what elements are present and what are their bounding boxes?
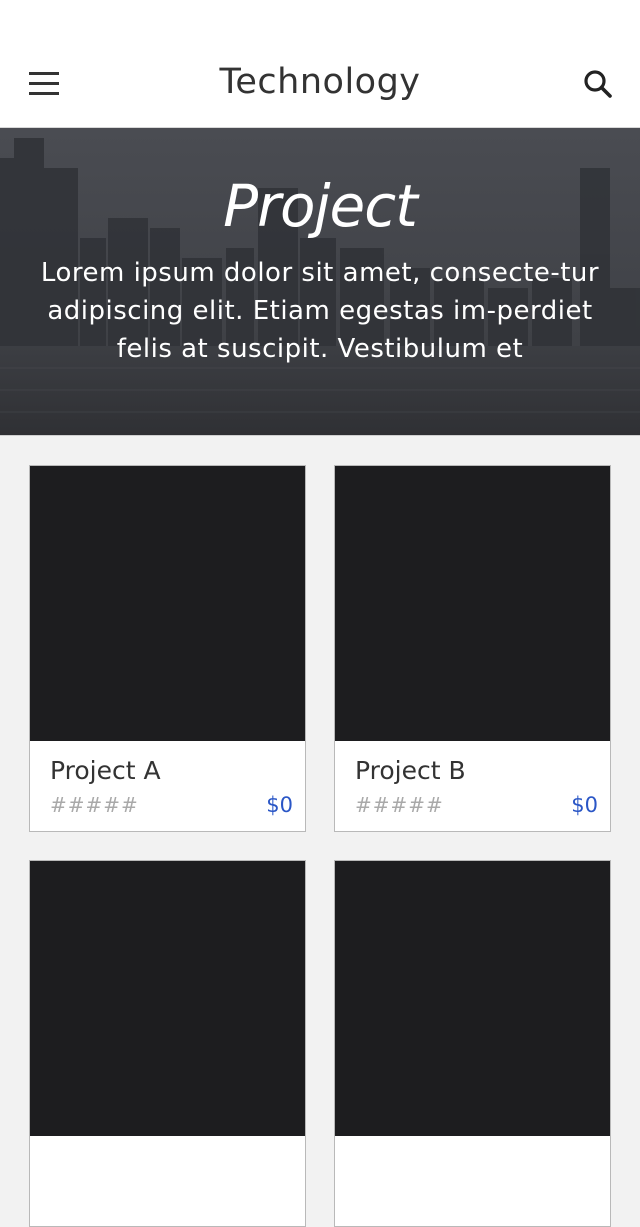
project-thumbnail xyxy=(335,861,610,1136)
project-card[interactable] xyxy=(29,860,306,1227)
project-price: $0 xyxy=(266,793,293,817)
app-bar: Technology xyxy=(0,40,640,128)
project-card[interactable]: Project A ##### $0 xyxy=(29,465,306,832)
search-icon[interactable] xyxy=(582,68,614,100)
project-thumbnail xyxy=(335,466,610,741)
page-title: Technology xyxy=(219,62,421,102)
project-card[interactable]: Project B ##### $0 xyxy=(334,465,611,832)
project-name: Project B xyxy=(355,756,466,785)
project-thumbnail xyxy=(30,861,305,1136)
hero-description: Lorem ipsum dolor sit amet, consecte-tur… xyxy=(40,258,600,364)
project-name: Project A xyxy=(50,756,161,785)
hero-title: Project xyxy=(223,172,418,240)
hero-banner: Project Lorem ipsum dolor sit amet, cons… xyxy=(0,128,640,436)
project-price: $0 xyxy=(571,793,598,817)
project-card[interactable] xyxy=(334,860,611,1227)
status-bar-area xyxy=(0,0,640,40)
project-thumbnail xyxy=(30,466,305,741)
project-rating: ##### xyxy=(355,793,444,817)
project-rating: ##### xyxy=(50,793,139,817)
